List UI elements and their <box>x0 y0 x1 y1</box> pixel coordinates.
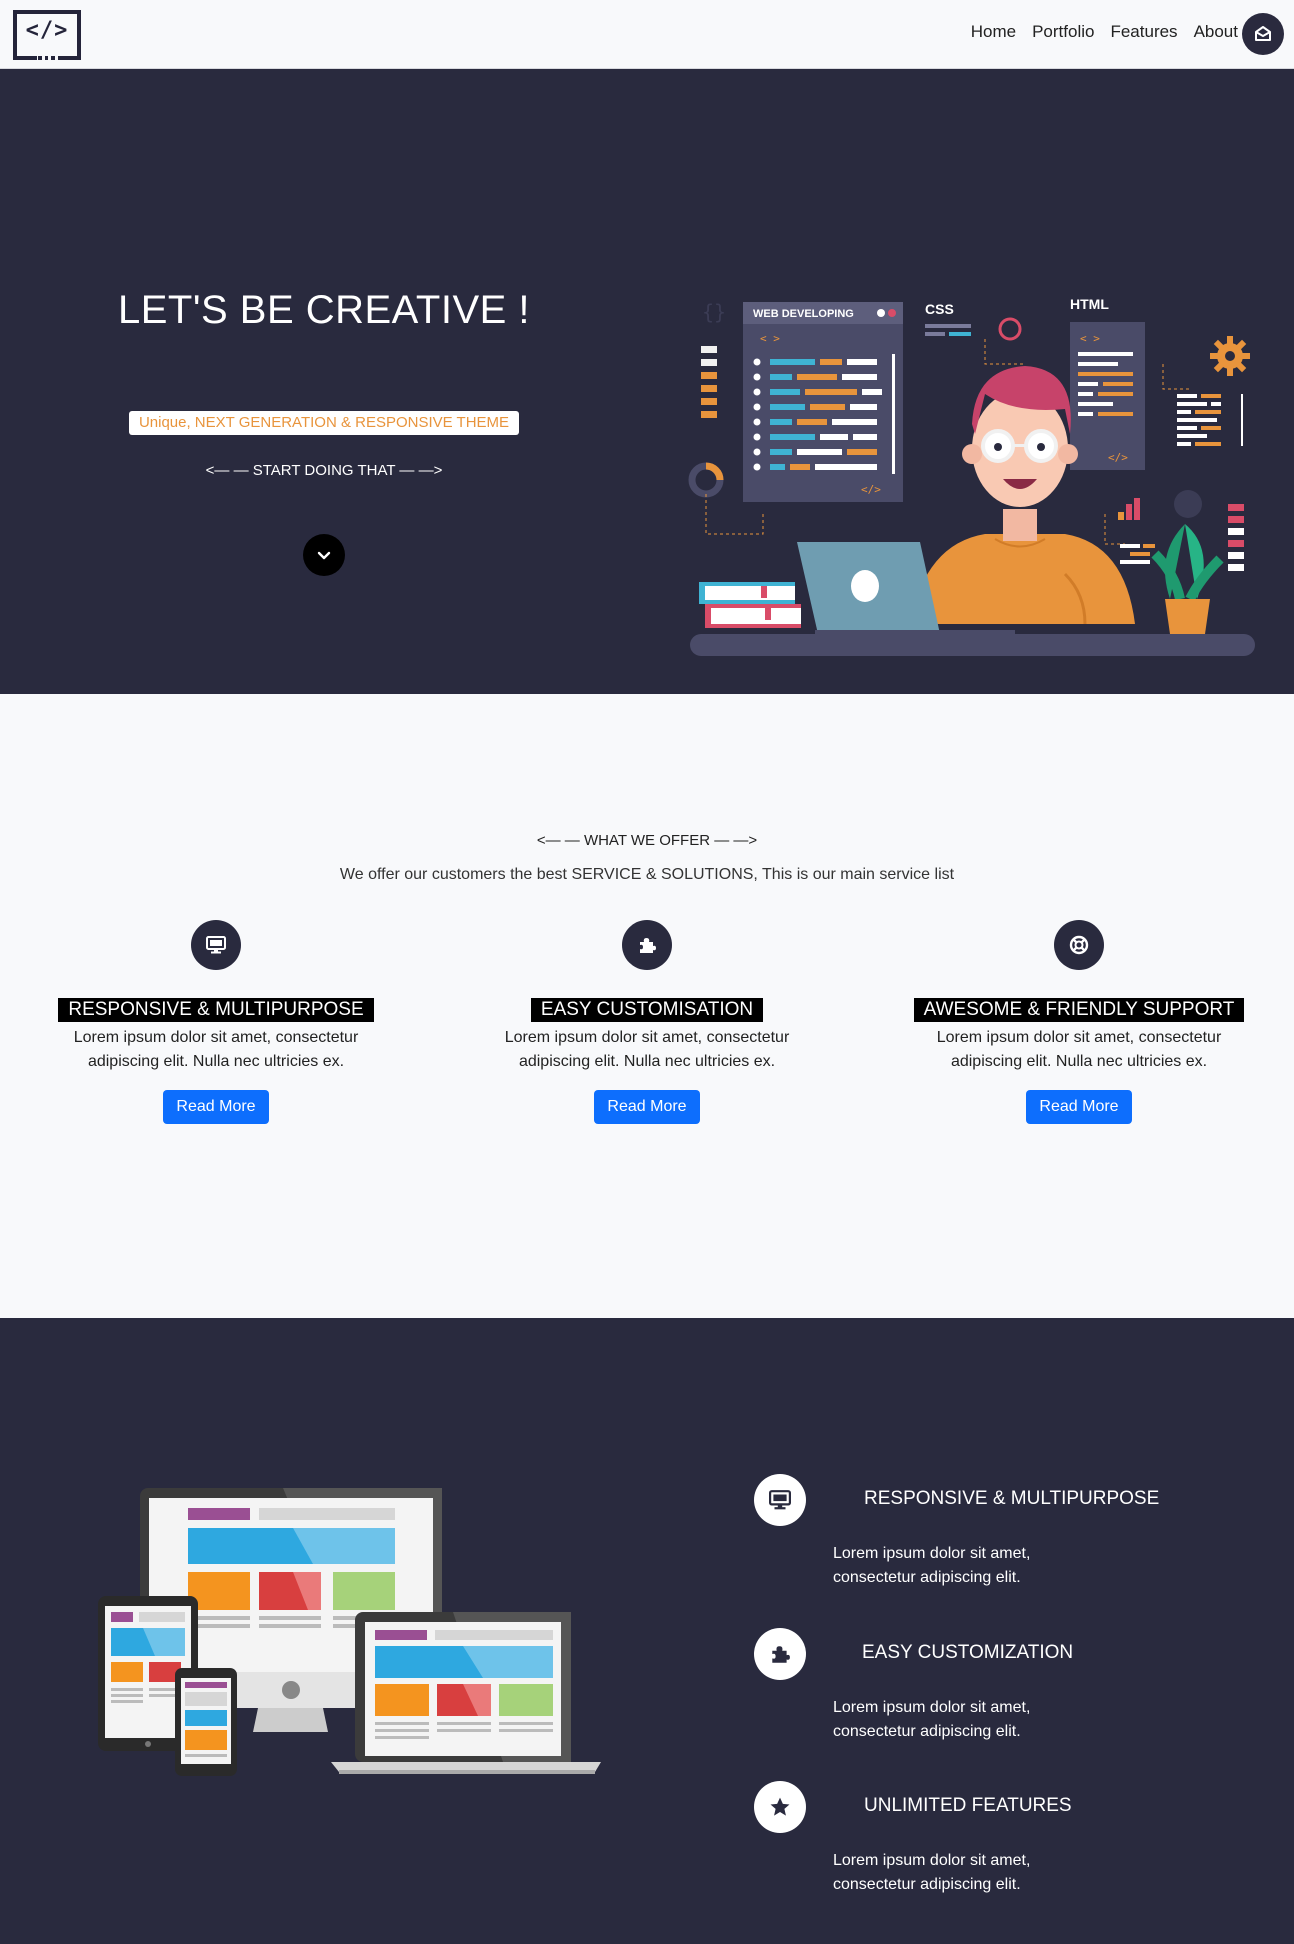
art-css-label: CSS <box>925 301 954 317</box>
nav-portfolio[interactable]: Portfolio <box>1032 22 1094 42</box>
navbar: </> Home Portfolio Features About <box>0 0 1294 69</box>
hero-title: LET'S BE CREATIVE ! <box>117 288 531 332</box>
feature-text: Lorem ipsum dolor sit amet, consectetur … <box>833 1699 1031 1740</box>
service-text: Lorem ipsum dolor sit amet, consectetur … <box>73 1029 359 1070</box>
read-more-button[interactable]: Read More <box>1026 1090 1132 1124</box>
feature-title: UNLIMITED FEATURES <box>864 1795 1072 1816</box>
hero-section: LET'S BE CREATIVE ! Unique, NEXT GENERAT… <box>0 69 1294 694</box>
puzzle-icon <box>640 938 656 953</box>
svg-text:< >: < > <box>760 332 780 345</box>
star-icon <box>770 1797 790 1816</box>
nav-features[interactable]: Features <box>1110 22 1177 42</box>
read-more-button[interactable]: Read More <box>163 1090 269 1124</box>
hero-cta-text: <— — START DOING THAT — —> <box>205 462 443 479</box>
nav-links: Home Portfolio Features About <box>971 22 1238 42</box>
contact-button[interactable] <box>1242 13 1284 55</box>
hero-subtitle: Unique, NEXT GENERATION & RESPONSIVE THE… <box>129 411 519 435</box>
service-title: RESPONSIVE & MULTIPURPOSE <box>58 998 374 1022</box>
logo-dots <box>37 56 61 62</box>
feature-icon-badge <box>754 1781 806 1833</box>
feature-title: RESPONSIVE & MULTIPURPOSE <box>864 1488 1160 1509</box>
logo[interactable]: </> <box>13 10 81 62</box>
feature-text: Lorem ipsum dolor sit amet, consectetur … <box>833 1852 1031 1893</box>
service-card-customisation: EASY CUSTOMISATION Lorem ipsum dolor sit… <box>431 920 863 1124</box>
puzzle-icon <box>772 1646 790 1663</box>
lifebuoy-icon <box>1069 935 1089 955</box>
offer-section: <— — WHAT WE OFFER — —> We offer our cus… <box>0 694 1294 1318</box>
feature-icon-badge <box>754 1628 806 1680</box>
nav-home[interactable]: Home <box>971 22 1016 42</box>
developer-illustration: {} WEB DEVELOPING < > </> CSS HTML < > <… <box>688 296 1255 656</box>
service-text: Lorem ipsum dolor sit amet, consectetur … <box>936 1029 1222 1070</box>
service-title: AWESOME & FRIENDLY SUPPORT <box>913 998 1245 1022</box>
art-web-label: WEB DEVELOPING <box>753 308 854 320</box>
features-section: RESPONSIVE & MULTIPURPOSE Lorem ipsum do… <box>0 1318 1294 1944</box>
art-html-label: HTML <box>1070 296 1109 312</box>
scroll-down-button[interactable] <box>303 534 345 576</box>
svg-text:{}: {} <box>702 300 726 324</box>
feature-title: EASY CUSTOMIZATION <box>862 1642 1074 1663</box>
offer-description: We offer our customers the best SERVICE … <box>339 866 955 883</box>
desktop-icon <box>206 936 226 954</box>
service-icon-badge <box>1054 920 1104 970</box>
chevron-down-icon <box>317 551 331 560</box>
feature-icon-badge <box>754 1474 806 1526</box>
service-card-responsive: RESPONSIVE & MULTIPURPOSE Lorem ipsum do… <box>0 920 432 1124</box>
feature-text: Lorem ipsum dolor sit amet, consectetur … <box>833 1545 1031 1586</box>
desktop-icon <box>769 1490 791 1510</box>
svg-text:< >: < > <box>1080 332 1100 345</box>
svg-text:</>: </> <box>861 483 881 496</box>
svg-text:</>: </> <box>1108 451 1128 464</box>
envelope-open-icon <box>1255 26 1271 41</box>
logo-code-text: </> <box>25 18 69 43</box>
service-text: Lorem ipsum dolor sit amet, consectetur … <box>504 1029 790 1070</box>
nav-about[interactable]: About <box>1194 22 1238 42</box>
offer-heading: <— — WHAT WE OFFER — —> <box>536 832 758 849</box>
read-more-button[interactable]: Read More <box>594 1090 700 1124</box>
service-icon-badge <box>622 920 672 970</box>
service-title: EASY CUSTOMISATION <box>530 998 764 1022</box>
responsive-devices-illustration <box>98 1488 601 1776</box>
service-icon-badge <box>191 920 241 970</box>
service-card-support: AWESOME & FRIENDLY SUPPORT Lorem ipsum d… <box>863 920 1294 1124</box>
